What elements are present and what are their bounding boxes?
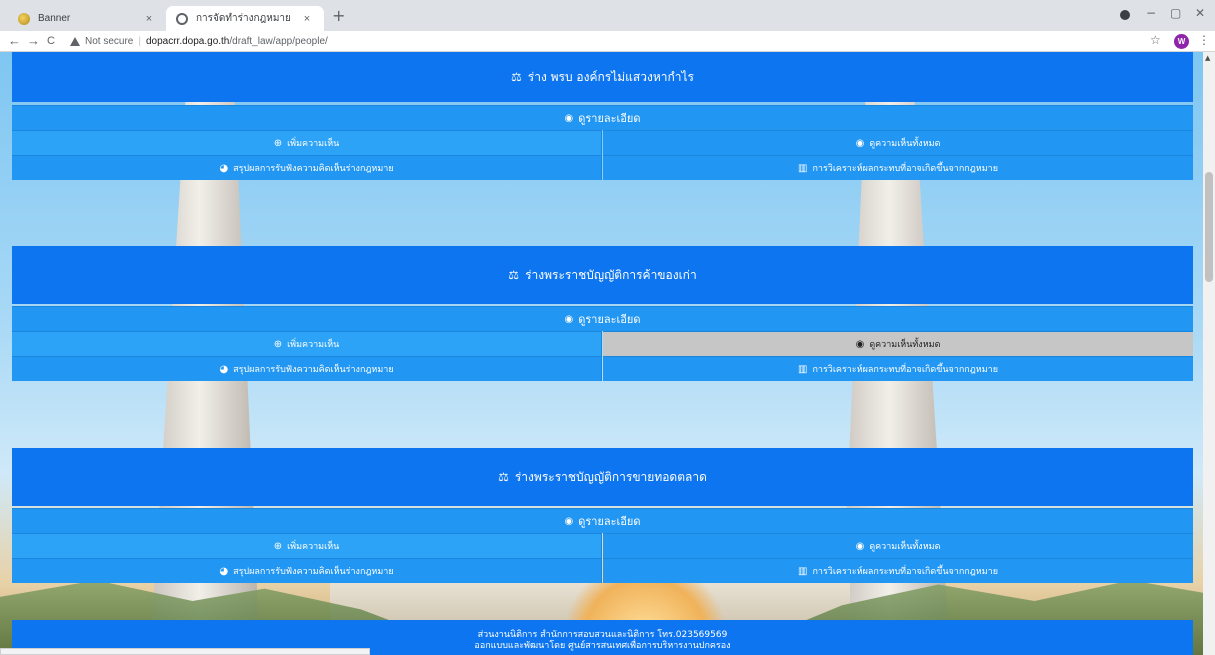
scales-icon: ⚖ [508, 268, 520, 282]
back-button[interactable]: ← [8, 32, 21, 50]
tab-banner[interactable]: Banner × [8, 6, 166, 31]
view-details-label: ดูรายละเอียด [578, 112, 641, 125]
impact-analysis-label: การวิเคราะห์ผลกระทบที่อาจเกิดขึ้นจากกฎหม… [812, 365, 998, 375]
scrollbar-thumb[interactable] [1205, 172, 1213, 282]
view-all-comments-button[interactable]: ◉ ดูความเห็นทั้งหมด [603, 331, 1193, 356]
close-tab-icon[interactable]: × [300, 13, 314, 25]
view-all-comments-button[interactable]: ◉ ดูความเห็นทั้งหมด [603, 130, 1193, 155]
browser-toolbar: ← → C Not secure | dopacrr.dopa.go.th/dr… [0, 31, 1215, 52]
plus-circle-icon: ⊕ [273, 338, 283, 350]
forward-button[interactable]: → [27, 32, 40, 50]
pie-chart-icon: ◕ [219, 565, 229, 577]
hearing-summary-label: สรุปผลการรับฟังความคิดเห็นร่างกฎหมาย [233, 164, 394, 174]
eye-icon: ◉ [855, 137, 865, 149]
warning-icon [70, 37, 80, 46]
new-tab-button[interactable]: + [332, 6, 345, 26]
add-comment-label: เพิ่มความเห็น [287, 340, 340, 350]
impact-analysis-button[interactable]: ▥ การวิเคราะห์ผลกระทบที่อาจเกิดขึ้นจากกฎ… [603, 356, 1193, 381]
url-host: dopacrr.dopa.go.th [145, 36, 230, 47]
view-all-comments-label: ดูความเห็นทั้งหมด [869, 542, 941, 552]
address-bar[interactable]: Not secure | dopacrr.dopa.go.th/draft_la… [70, 33, 328, 50]
url-path: /draft_law/app/people/ [229, 36, 328, 47]
impact-analysis-button[interactable]: ▥ การวิเคราะห์ผลกระทบที่อาจเกิดขึ้นจากกฎ… [603, 155, 1193, 180]
bar-chart-icon: ▥ [798, 162, 808, 174]
close-tab-icon[interactable]: × [142, 13, 156, 25]
card-title-text: ร่างพระราชบัญญัติการค้าของเก่า [525, 267, 697, 282]
add-comment-button[interactable]: ⊕ เพิ่มความเห็น [12, 331, 602, 356]
tab-title: Banner [38, 13, 71, 24]
eye-icon: ◉ [564, 112, 574, 124]
view-all-comments-button[interactable]: ◉ ดูความเห็นทั้งหมด [603, 533, 1193, 558]
add-comment-label: เพิ่มความเห็น [287, 542, 340, 552]
banner-favicon-icon [18, 12, 30, 25]
view-all-comments-label: ดูความเห็นทั้งหมด [869, 340, 941, 350]
view-details-label: ดูรายละเอียด [578, 313, 641, 326]
tab-draft-law[interactable]: การจัดทำร่างกฎหมาย × [166, 6, 324, 31]
view-all-comments-label: ดูความเห็นทั้งหมด [869, 139, 941, 149]
view-details-button[interactable]: ◉ ดูรายละเอียด [12, 306, 1193, 331]
footer-contact: ส่วนงานนิติการ สำนักการสอบสวนและนิติการ … [477, 630, 728, 640]
tab-title: การจัดทำร่างกฎหมาย [196, 13, 291, 24]
hearing-summary-button[interactable]: ◕ สรุปผลการรับฟังความคิดเห็นร่างกฎหมาย [12, 356, 602, 381]
impact-analysis-label: การวิเคราะห์ผลกระทบที่อาจเกิดขึ้นจากกฎหม… [812, 567, 998, 577]
hearing-summary-label: สรุปผลการรับฟังความคิดเห็นร่างกฎหมาย [233, 365, 394, 375]
bar-chart-icon: ▥ [798, 363, 808, 375]
eye-icon: ◉ [855, 338, 865, 350]
security-label[interactable]: Not secure [85, 36, 133, 47]
view-details-label: ดูรายละเอียด [578, 515, 641, 528]
hearing-summary-button[interactable]: ◕ สรุปผลการรับฟังความคิดเห็นร่างกฎหมาย [12, 155, 602, 180]
impact-analysis-label: การวิเคราะห์ผลกระทบที่อาจเกิดขึ้นจากกฎหม… [812, 164, 998, 174]
restore-button[interactable]: ▢ [1170, 6, 1181, 20]
page-viewport: ⚖ ร่าง พรบ องค์กรไม่แสวงหากำไร ◉ ดูรายละ… [0, 52, 1203, 655]
plus-circle-icon: ⊕ [273, 137, 283, 149]
eye-icon: ◉ [564, 313, 574, 325]
eye-icon: ◉ [855, 540, 865, 552]
add-comment-button[interactable]: ⊕ เพิ่มความเห็น [12, 533, 602, 558]
impact-analysis-button[interactable]: ▥ การวิเคราะห์ผลกระทบที่อาจเกิดขึ้นจากกฎ… [603, 558, 1193, 583]
card-title-text: ร่างพระราชบัญญัติการขายทอดตลาด [514, 469, 707, 484]
view-details-button[interactable]: ◉ ดูรายละเอียด [12, 508, 1193, 533]
card-title: ⚖ ร่างพระราชบัญญัติการค้าของเก่า [12, 246, 1193, 304]
scales-icon: ⚖ [511, 70, 522, 84]
card-title-text: ร่าง พรบ องค์กรไม่แสวงหากำไร [527, 69, 694, 84]
browser-tabstrip: Banner × การจัดทำร่างกฎหมาย × + − ▢ ✕ [0, 0, 1215, 31]
address-separator: | [138, 36, 141, 47]
bar-chart-icon: ▥ [798, 565, 808, 577]
globe-favicon-icon [176, 12, 188, 25]
add-comment-label: เพิ่มความเห็น [287, 139, 340, 149]
eye-icon: ◉ [564, 515, 574, 527]
card-title: ⚖ ร่าง พรบ องค์กรไม่แสวงหากำไร [12, 52, 1193, 102]
scroll-up-arrow-icon[interactable]: ▲ [1205, 54, 1210, 62]
browser-menu-icon[interactable]: ⋮ [1198, 33, 1210, 47]
plus-circle-icon: ⊕ [273, 540, 283, 552]
hearing-summary-button[interactable]: ◕ สรุปผลการรับฟังความคิดเห็นร่างกฎหมาย [12, 558, 602, 583]
bookmark-star-icon[interactable]: ☆ [1150, 33, 1161, 47]
scales-icon: ⚖ [498, 470, 509, 484]
pie-chart-icon: ◕ [219, 162, 229, 174]
extension-icon[interactable] [1120, 10, 1130, 20]
view-details-button[interactable]: ◉ ดูรายละเอียด [12, 105, 1193, 130]
minimize-button[interactable]: − [1146, 6, 1156, 20]
pie-chart-icon: ◕ [219, 363, 229, 375]
page-scrollbar[interactable]: ▲ [1203, 52, 1215, 655]
hearing-summary-label: สรุปผลการรับฟังความคิดเห็นร่างกฎหมาย [233, 567, 394, 577]
card-title: ⚖ ร่างพระราชบัญญัติการขายทอดตลาด [12, 448, 1193, 506]
browser-status-bar [0, 648, 370, 655]
close-window-button[interactable]: ✕ [1195, 6, 1205, 20]
add-comment-button[interactable]: ⊕ เพิ่มความเห็น [12, 130, 602, 155]
profile-avatar[interactable]: W [1174, 34, 1189, 49]
reload-button[interactable]: C [47, 32, 55, 50]
